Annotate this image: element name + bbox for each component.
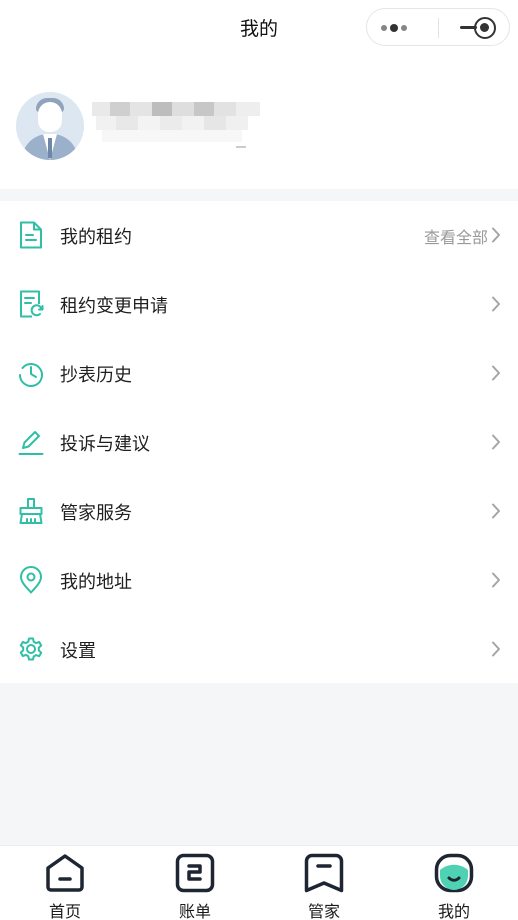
menu-item-settings[interactable]: 设置 [0,615,518,684]
chevron-right-icon [492,641,500,657]
location-pin-icon [20,566,42,594]
clock-history-icon [19,363,43,387]
menu-item-label: 我的租约 [60,227,132,248]
nav-header: 我的 [0,0,518,56]
chevron-right-icon [492,296,500,312]
tab-label: 账单 [178,902,211,920]
document-icon [20,221,42,249]
bill-icon [175,853,215,893]
menu-item-label: 抄表历史 [60,365,132,386]
tab-bills[interactable]: 账单 [130,846,260,920]
menu-list: 我的租约 查看全部 租约变更申请 抄表历史 投诉与建议 管家服务 我的地址 设置 [0,201,518,683]
menu-item-lease-change[interactable]: 租约变更申请 [0,270,518,339]
chevron-right-icon [492,503,500,519]
user-avatar-icon[interactable] [16,92,84,160]
pen-icon [18,431,44,455]
view-all-link[interactable]: 查看全部 [424,224,488,248]
menu-item-butler-service[interactable]: 管家服务 [0,477,518,546]
menu-item-label: 设置 [60,641,96,662]
broom-icon [19,498,43,524]
menu-item-meter-history[interactable]: 抄表历史 [0,339,518,408]
capsule-divider [438,18,439,38]
tab-home[interactable]: 首页 [0,846,130,920]
tab-mine[interactable]: 我的 [389,846,518,920]
more-dots-icon[interactable] [381,24,409,32]
tab-label: 首页 [48,902,81,920]
chevron-right-icon [492,227,500,243]
menu-item-label: 租约变更申请 [60,296,168,317]
chevron-right-icon [492,365,500,381]
menu-item-feedback[interactable]: 投诉与建议 [0,408,518,477]
tab-label: 管家 [307,902,340,920]
menu-item-label: 投诉与建议 [60,434,150,455]
user-name-redacted [92,98,262,150]
menu-item-my-address[interactable]: 我的地址 [0,546,518,615]
gear-icon [19,637,43,661]
mini-program-capsule [366,8,510,46]
bottom-tab-bar: 首页 账单 管家 我的 [0,845,518,920]
menu-item-label: 我的地址 [60,572,132,593]
tab-label: 我的 [437,902,470,920]
home-icon [46,854,84,892]
butler-icon [304,853,344,893]
document-refresh-icon [20,290,44,318]
record-close-icon[interactable] [474,17,496,39]
chevron-right-icon [492,572,500,588]
menu-item-my-lease[interactable]: 我的租约 查看全部 [0,201,518,270]
profile-smile-icon [434,853,474,893]
chevron-right-icon [492,434,500,450]
menu-item-label: 管家服务 [60,503,132,524]
tab-butler[interactable]: 管家 [259,846,389,920]
profile-card[interactable] [0,56,518,189]
